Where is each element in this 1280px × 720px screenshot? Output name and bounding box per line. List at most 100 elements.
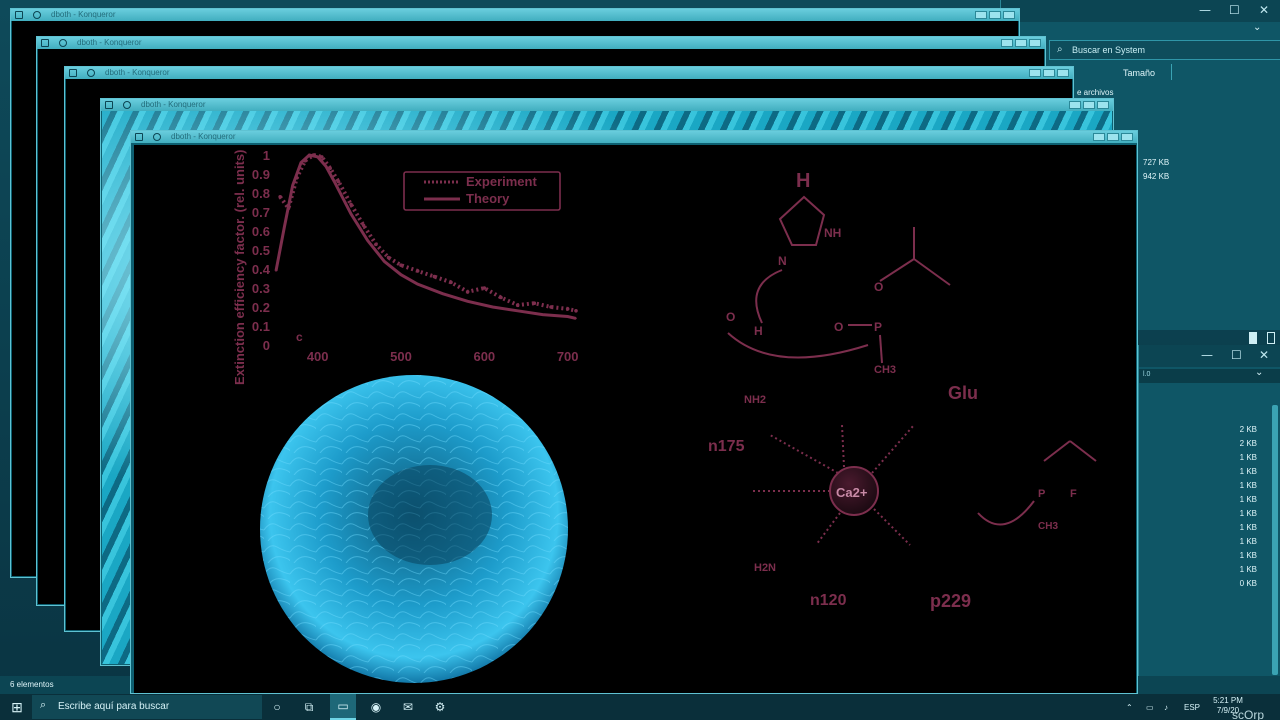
settings-icon[interactable]: ⚙ xyxy=(428,694,452,720)
file-size: 1 KB xyxy=(1239,495,1257,504)
window-controls[interactable] xyxy=(1029,69,1069,77)
data-point-experiment xyxy=(361,223,366,228)
close-button[interactable] xyxy=(1029,39,1041,47)
file-explorer-window-2: — ☐ ✕ l.0 ⌄ 2 KB 2 KB 1 KB 1 KB 1 KB 1 K… xyxy=(1138,345,1280,680)
minimize-button[interactable]: — xyxy=(1201,348,1213,362)
chevron-down-icon[interactable]: ⌄ xyxy=(1253,22,1261,33)
window-title: dboth - Konqueror xyxy=(105,68,170,77)
window-titlebar[interactable]: dboth - Konqueror xyxy=(65,67,1073,79)
data-point-theory xyxy=(400,273,402,276)
data-point-theory xyxy=(383,260,386,263)
y-tick-label: 0.6 xyxy=(252,224,270,239)
file-size: 942 KB xyxy=(1143,172,1170,181)
window-controls[interactable] xyxy=(1093,133,1133,141)
molecule-diagram: H NH N O H O P O CH3 Ca2+ Glu n175 NH2 n… xyxy=(708,170,1097,611)
close-button[interactable]: ✕ xyxy=(1259,3,1269,17)
minimize-button[interactable] xyxy=(975,11,987,19)
data-point-theory xyxy=(333,180,336,183)
arrow-curve-2 xyxy=(727,332,869,359)
volume-icon[interactable]: ♪ xyxy=(1164,694,1168,720)
file-size: 1 KB xyxy=(1239,453,1257,462)
atom-f: F xyxy=(1070,488,1077,500)
atom-o-water: O xyxy=(726,310,735,324)
windows-start-icon[interactable]: ⊞ xyxy=(6,694,28,720)
maximize-button[interactable] xyxy=(989,11,1001,19)
x-tick-label: 700 xyxy=(557,349,579,364)
data-point-experiment xyxy=(515,303,520,307)
calcium-label: Ca2+ xyxy=(836,485,868,500)
isopropyl-right-2 xyxy=(1069,440,1097,462)
arrow-curve-1 xyxy=(755,269,783,324)
close-button[interactable] xyxy=(1097,101,1109,109)
app-icon xyxy=(15,11,23,19)
minimize-button[interactable] xyxy=(1001,39,1013,47)
task-view-icon[interactable]: ⧉ xyxy=(298,694,320,720)
file-size: 1 KB xyxy=(1239,551,1257,560)
window-controls[interactable] xyxy=(1001,39,1041,47)
data-point-theory xyxy=(350,213,352,215)
view-tiles-icon[interactable] xyxy=(1267,332,1275,344)
menu-icon[interactable] xyxy=(123,101,131,109)
atom-o-ester: O xyxy=(874,280,883,294)
file-size: 2 KB xyxy=(1239,425,1257,434)
chrome-icon[interactable]: ◉ xyxy=(364,694,388,720)
minimize-button[interactable]: — xyxy=(1199,3,1211,17)
label-n175: n175 xyxy=(708,438,745,455)
taskbar-search[interactable]: ⌕ Escribe aquí para buscar xyxy=(32,695,262,719)
atom-p: P xyxy=(874,320,882,334)
close-button[interactable] xyxy=(1003,11,1015,19)
minimize-button[interactable] xyxy=(1069,101,1081,109)
maximize-button[interactable] xyxy=(1015,39,1027,47)
window-titlebar[interactable]: dboth - Konqueror xyxy=(37,37,1045,49)
window-titlebar[interactable]: dboth - Konqueror xyxy=(131,131,1137,143)
maximize-button[interactable] xyxy=(1083,101,1095,109)
label-glu: Glu xyxy=(948,383,978,403)
menu-icon[interactable] xyxy=(33,11,41,19)
data-point-experiment xyxy=(574,309,578,313)
mail-icon[interactable]: ✉ xyxy=(396,694,420,720)
image-viewer: Extinction efficiency factor. (rel. unit… xyxy=(134,145,1136,693)
window-titlebar[interactable]: dboth - Konqueror xyxy=(101,99,1113,111)
data-point-theory xyxy=(308,154,311,156)
data-point-theory xyxy=(466,300,469,303)
scrollbar[interactable] xyxy=(1272,405,1278,675)
view-details-icon[interactable] xyxy=(1249,332,1257,344)
coord-bond-5 xyxy=(815,512,841,546)
data-point-theory xyxy=(283,226,286,228)
menu-icon[interactable] xyxy=(153,133,161,141)
column-header-size[interactable]: Tamaño xyxy=(1123,68,1155,78)
file-size: 1 KB xyxy=(1239,481,1257,490)
tray-chevron-icon[interactable]: ⌃ xyxy=(1126,694,1133,720)
search-input[interactable]: ⌕ Buscar en System xyxy=(1049,40,1280,60)
maximize-button[interactable]: ☐ xyxy=(1231,348,1242,362)
minimize-button[interactable] xyxy=(1029,69,1041,77)
taskbar: ⊞ ⌕ Escribe aquí para buscar ○ ⧉ ▭ ◉ ✉ ⚙… xyxy=(0,694,1280,720)
maximize-button[interactable] xyxy=(1107,133,1119,141)
file-explorer-icon[interactable]: ▭ xyxy=(330,694,356,720)
data-point-experiment xyxy=(532,301,537,305)
close-button[interactable] xyxy=(1057,69,1069,77)
maximize-button[interactable]: ☐ xyxy=(1229,3,1240,17)
window-controls[interactable] xyxy=(1069,101,1109,109)
chevron-down-icon[interactable]: ⌄ xyxy=(1255,367,1263,378)
window-titlebar[interactable]: dboth - Konqueror xyxy=(11,9,1019,21)
search-placeholder: Buscar en System xyxy=(1072,45,1146,55)
cell-micrograph xyxy=(260,375,568,683)
menu-icon[interactable] xyxy=(87,69,95,77)
minimize-button[interactable] xyxy=(1093,133,1105,141)
network-icon[interactable]: ▭ xyxy=(1146,694,1154,720)
data-point-theory xyxy=(300,161,302,164)
close-button[interactable]: ✕ xyxy=(1259,348,1269,362)
menu-icon[interactable] xyxy=(59,39,67,47)
explorer-titlebar: — ☐ ✕ xyxy=(1001,0,1280,22)
y-tick-label: 0.7 xyxy=(252,205,270,220)
data-point-theory xyxy=(516,310,519,312)
coord-bond-2 xyxy=(841,424,845,468)
cortana-icon[interactable]: ○ xyxy=(266,694,288,720)
close-button[interactable] xyxy=(1121,133,1133,141)
data-point-theory xyxy=(325,165,327,168)
column-divider[interactable] xyxy=(1171,64,1172,80)
language-indicator[interactable]: ESP xyxy=(1184,694,1200,720)
window-controls[interactable] xyxy=(975,11,1015,19)
maximize-button[interactable] xyxy=(1043,69,1055,77)
